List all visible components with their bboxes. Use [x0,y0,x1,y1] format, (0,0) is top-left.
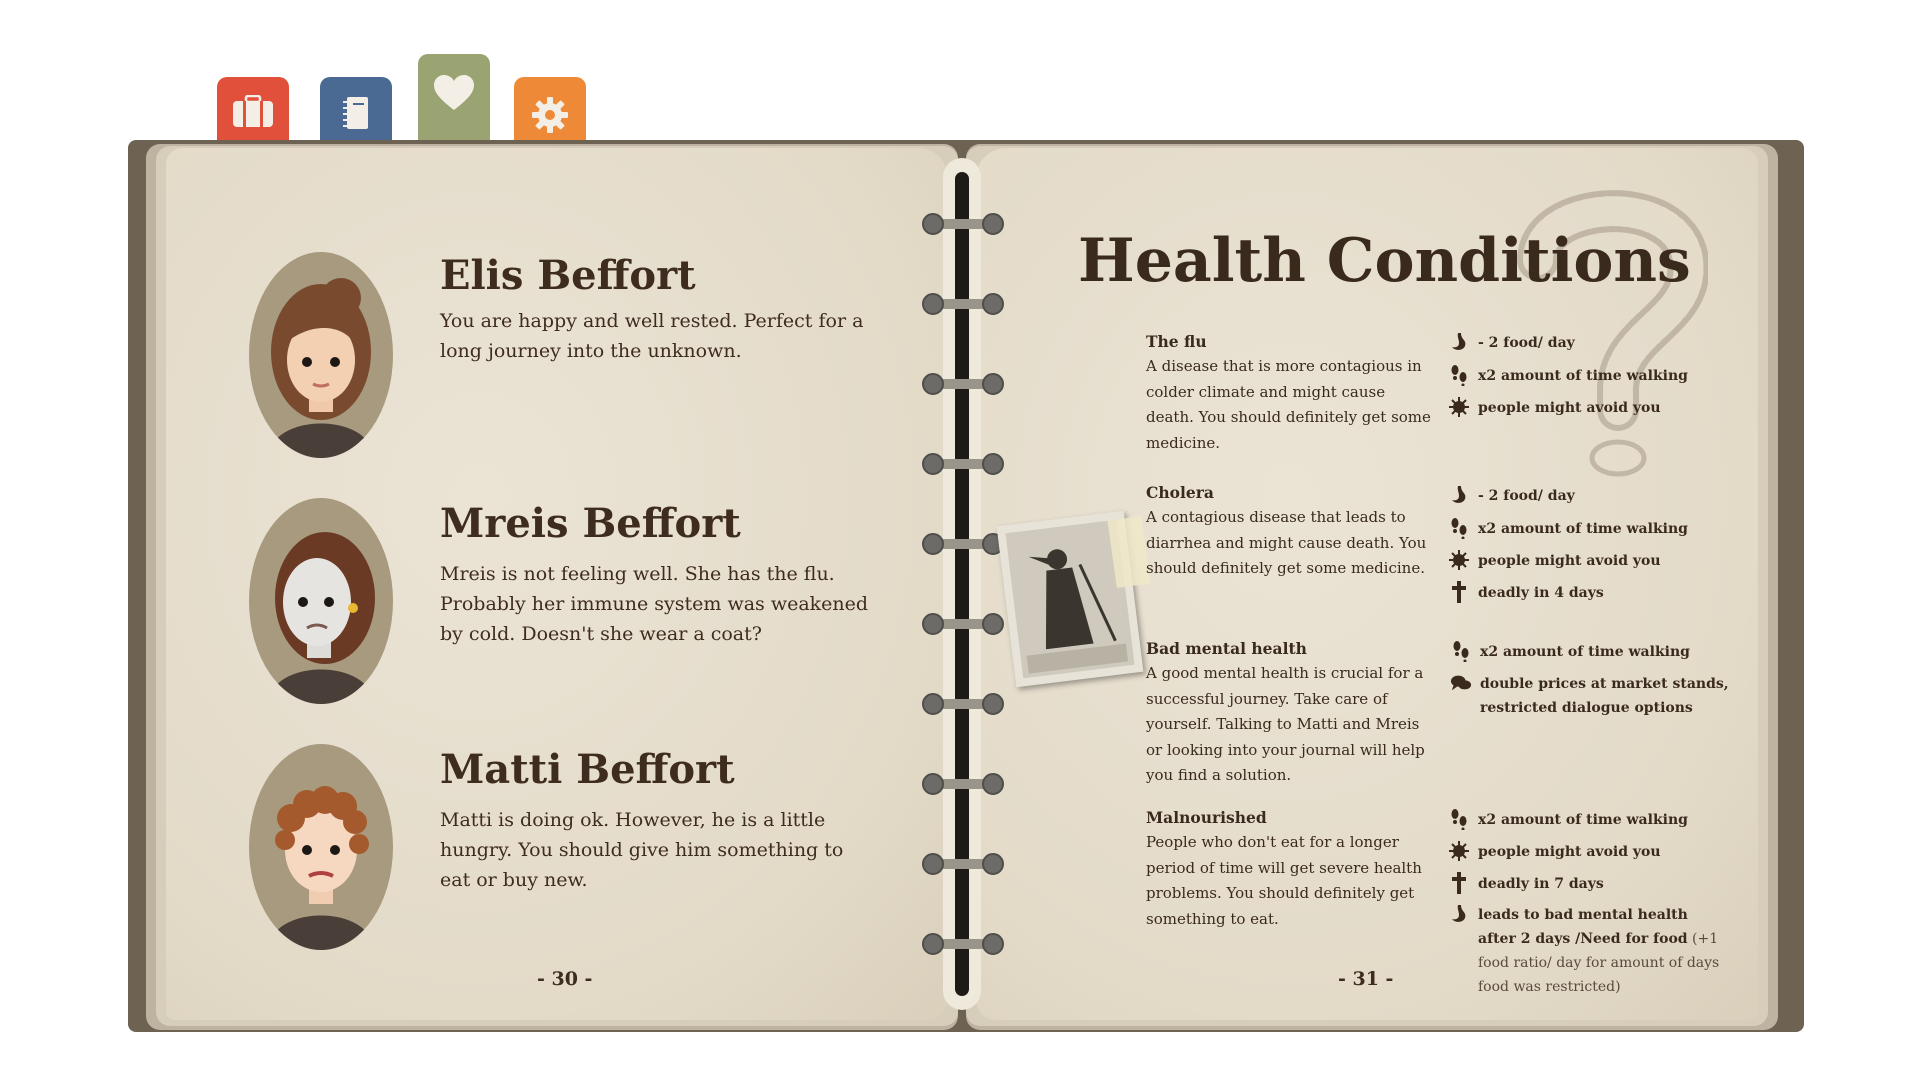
effect-item: deadly in 7 days [1448,872,1604,896]
footsteps-icon [1448,808,1470,830]
condition-title: Malnourished [1146,808,1267,827]
character-description: You are happy and well rested. Perfect f… [440,310,864,362]
character-name: Matti Beffort [440,746,735,793]
binder-ring [922,933,1004,955]
footsteps-icon [1448,517,1470,539]
gear-icon [532,97,568,133]
character-name: Elis Beffort [440,252,696,299]
footsteps-icon [1450,640,1472,662]
virus-icon [1448,396,1470,418]
binder-ring [922,213,1004,235]
condition-description: A disease that is more contagious in col… [1146,357,1431,452]
virus-icon [1448,840,1470,862]
footsteps-icon [1448,364,1470,386]
portrait-mreis [249,498,393,704]
stomach-icon [1448,903,1470,925]
heart-icon [434,75,474,110]
effect-item: x2 amount of time walking [1450,640,1690,664]
effect-item: - 2 food/ day [1448,484,1575,508]
virus-icon [1448,549,1470,571]
effect-item: - 2 food/ day [1448,331,1575,355]
condition-title: The flu [1146,332,1207,351]
page-title: Health Conditions [1078,226,1691,296]
condition-description: A contagious disease that leads to diarr… [1146,508,1427,577]
binder-ring [922,613,1004,635]
question-mark-decoration [1517,190,1708,477]
binder-ring [922,453,1004,475]
stomach-icon [1448,484,1470,506]
tab-inventory[interactable] [217,77,289,147]
condition-title: Cholera [1146,483,1214,502]
page-number-left: - 30 - [537,968,593,990]
effect-item: deadly in 4 days [1448,581,1604,605]
effect-item: x2 amount of time walking [1448,364,1688,388]
binder-ring [922,773,1004,795]
effect-item: double prices at market stands, restrict… [1450,672,1730,720]
portrait-matti [249,744,393,950]
binder-ring [922,853,1004,875]
suitcase-icon [233,95,273,127]
tab-health[interactable] [418,54,490,147]
binder-ring [922,373,1004,395]
cross-icon [1448,872,1470,894]
condition-description: People who don't eat for a longer period… [1146,833,1422,928]
character-description: Mreis is not feeling well. She has the f… [440,563,869,645]
notebook-icon [343,97,368,129]
effect-item: x2 amount of time walking [1448,808,1688,832]
stomach-icon [1448,331,1470,353]
condition-description: A good mental health is crucial for a su… [1146,664,1425,784]
cross-icon [1448,581,1470,603]
effect-item: people might avoid you [1448,396,1661,420]
speech-bubbles-icon [1450,672,1472,694]
effect-item: people might avoid you [1448,840,1661,864]
portrait-elis [249,252,393,458]
character-description: Matti is doing ok. However, he is a litt… [440,809,844,891]
binder-ring [922,693,1004,715]
condition-title: Bad mental health [1146,639,1307,658]
effect-item: x2 amount of time walking [1448,517,1688,541]
binder-ring [922,293,1004,315]
binder-ring [922,533,1004,555]
character-name: Mreis Beffort [440,500,741,547]
tab-settings[interactable] [514,77,586,147]
tab-journal[interactable] [320,77,392,147]
effect-item: people might avoid you [1448,549,1661,573]
effect-item: leads to bad mental health after 2 days … [1448,903,1728,999]
page-number-right: - 31 - [1338,968,1394,990]
